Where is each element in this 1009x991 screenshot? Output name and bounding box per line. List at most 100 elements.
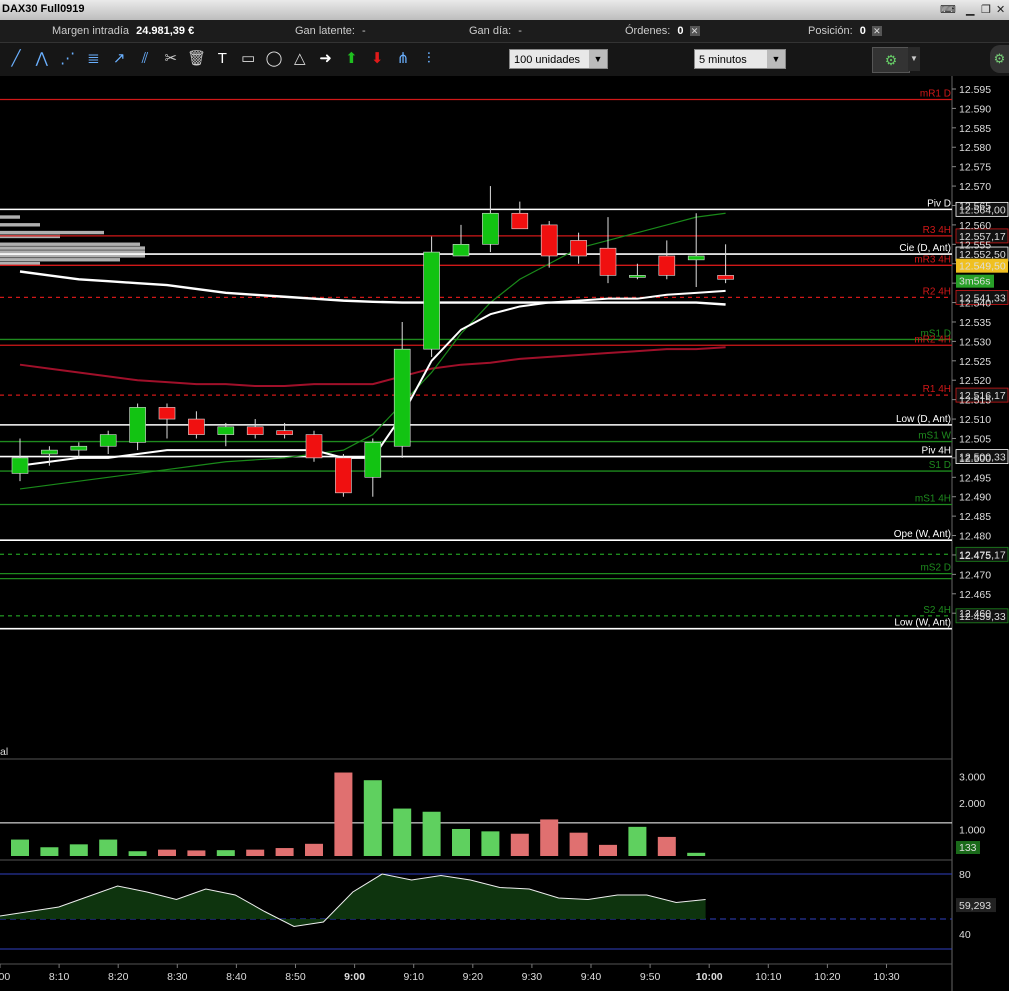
volume-profile-bar: [0, 215, 20, 219]
position-close-icon[interactable]: ✕: [871, 26, 882, 37]
candle-down[interactable]: [717, 275, 734, 280]
trend-line-icon[interactable]: ╱: [5, 49, 27, 69]
volume-bar: [99, 839, 118, 856]
candle-up[interactable]: [482, 212, 499, 245]
ellipse-icon[interactable]: ◯: [263, 49, 285, 69]
volume-bar: [305, 843, 323, 856]
candle-down[interactable]: [570, 240, 587, 257]
volume-bar: [158, 849, 176, 856]
orders-label: Órdenes:: [625, 25, 671, 37]
volume-bar: [69, 844, 88, 856]
volume-last-tag: 133: [959, 842, 977, 854]
window-titlebar: DAX30 Full0919 ⌨ ▁ ❐ ✕: [0, 0, 1009, 20]
volume-bar: [599, 844, 617, 856]
candle-up[interactable]: [129, 407, 146, 443]
level-label: S1 D: [929, 460, 951, 471]
price-tick-label: 12.515: [959, 395, 991, 407]
oscillator-tick-label: 80: [959, 869, 971, 881]
chevron-down-icon[interactable]: ▼: [908, 47, 920, 71]
candle-down[interactable]: [188, 418, 205, 435]
candle-up[interactable]: [687, 255, 705, 261]
price-tick-label: 12.485: [959, 511, 991, 523]
candle-down[interactable]: [335, 457, 352, 494]
units-select[interactable]: 100 unidades ▼: [509, 49, 608, 69]
zigzag-icon[interactable]: ⋰: [57, 49, 79, 69]
triangle-icon[interactable]: △: [289, 49, 311, 69]
time-tick-label: 8:10: [49, 971, 70, 983]
candle-down[interactable]: [305, 434, 323, 459]
arrow-down-icon[interactable]: ⬇: [366, 49, 388, 69]
price-tick-label: 12.580: [959, 142, 991, 154]
price-tick-label: 12.510: [959, 414, 991, 426]
volume-profile-bar: [0, 246, 145, 250]
rectangle-icon[interactable]: ▭: [237, 49, 259, 69]
price-chart[interactable]: almR1 DPiv D12.564,00R3 4H12.557,17Cie (…: [0, 76, 1009, 991]
tools-icon[interactable]: ✂: [160, 49, 182, 69]
volume-bar: [422, 811, 441, 856]
window-title: DAX30 Full0919: [2, 3, 85, 15]
level-label: mR1 D: [920, 88, 951, 99]
price-tick-label: 12.460: [959, 608, 991, 620]
gann-icon[interactable]: ⫶: [418, 49, 440, 69]
candle-down[interactable]: [158, 407, 176, 420]
timeframe-select[interactable]: 5 minutos ▼: [694, 49, 786, 69]
candle-up[interactable]: [452, 244, 470, 257]
candle-up[interactable]: [217, 426, 235, 435]
candle-up[interactable]: [393, 348, 411, 447]
price-tick-label: 12.530: [959, 336, 991, 348]
price-tick-label: 12.495: [959, 472, 991, 484]
price-tick-label: 12.475: [959, 550, 991, 562]
candle-down[interactable]: [246, 426, 264, 435]
level-label: Ope (W, Ant): [894, 529, 951, 540]
candle-up[interactable]: [629, 275, 646, 278]
candle-down[interactable]: [658, 255, 676, 276]
candle-down[interactable]: [276, 430, 293, 435]
price-tick-label: 12.560: [959, 220, 991, 232]
level-label: R2 4H: [923, 286, 951, 297]
candle-up[interactable]: [364, 442, 382, 478]
volume-bar: [40, 847, 59, 856]
price-tick-label: 12.535: [959, 317, 991, 329]
volume-profile-bar: [0, 230, 104, 235]
keyboard-icon[interactable]: ⌨: [940, 3, 956, 16]
indicators-icon[interactable]: ⚙: [872, 47, 910, 73]
orders-close-icon[interactable]: ✕: [689, 26, 700, 37]
text-icon[interactable]: T: [211, 49, 233, 69]
candle-down[interactable]: [599, 247, 617, 276]
channel-icon[interactable]: ⫽: [134, 49, 156, 69]
ray-icon[interactable]: ↗: [108, 49, 130, 69]
level-label: R1 4H: [923, 384, 951, 395]
fan-icon[interactable]: ⋀: [31, 49, 53, 69]
volume-tick-label: 1.000: [959, 825, 985, 837]
candle-up[interactable]: [41, 449, 58, 455]
candle-up[interactable]: [423, 251, 440, 350]
trash-icon[interactable]: 🗑: [186, 49, 208, 69]
restore-icon[interactable]: ❐: [981, 3, 991, 16]
candle-up[interactable]: [70, 445, 88, 451]
arrow-right-icon[interactable]: ➜: [315, 49, 337, 69]
level-label: Cie (D, Ant): [899, 243, 951, 254]
candle-down[interactable]: [540, 224, 558, 257]
volume-bar: [128, 851, 147, 856]
pitchfork-icon[interactable]: ⋔: [392, 49, 414, 69]
price-tick-label: 12.520: [959, 375, 991, 387]
price-tick-label: 12.470: [959, 569, 991, 581]
close-icon[interactable]: ✕: [996, 3, 1005, 16]
arrow-up-icon[interactable]: ⬆: [340, 49, 362, 69]
minimize-icon[interactable]: ▁: [966, 3, 974, 16]
candle-down[interactable]: [511, 212, 529, 230]
volume-bar: [481, 831, 500, 856]
chevron-down-icon: ▼: [589, 50, 607, 68]
oscillator-last-tag: 59,293: [959, 900, 991, 912]
units-select-value: 100 unidades: [514, 54, 581, 66]
candle-up[interactable]: [11, 457, 29, 474]
time-tick-label: 8:20: [108, 971, 129, 983]
fib-icon[interactable]: ≣: [82, 49, 104, 69]
day-gain-info: Gan día: -: [469, 25, 522, 37]
position-info: Posición: 0 ✕: [808, 25, 882, 37]
time-tick-label: 9:40: [581, 971, 602, 983]
volume-bar: [216, 850, 235, 856]
candle-up[interactable]: [99, 434, 117, 447]
trading-panel-icon[interactable]: ⚙: [990, 45, 1009, 73]
orders-info: Órdenes: 0 ✕: [625, 25, 700, 37]
